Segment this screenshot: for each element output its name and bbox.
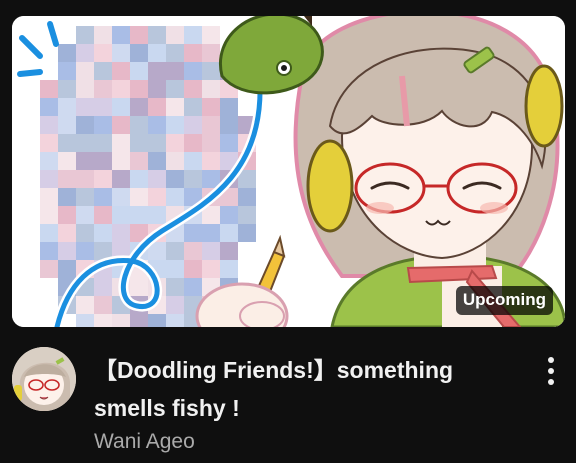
crocodile-hat <box>219 16 324 95</box>
upcoming-badge: Upcoming <box>455 286 553 315</box>
avatar-icon <box>12 347 76 411</box>
video-title[interactable]: 【Doodling Friends!】something smells fish… <box>94 351 514 427</box>
video-card[interactable]: Upcoming 【Doodling Friends!】something sm… <box>0 0 576 463</box>
thumbnail-illustration <box>12 16 565 327</box>
channel-name[interactable]: Wani Ageo <box>94 429 195 455</box>
kebab-vertical-icon <box>548 357 554 363</box>
video-thumbnail[interactable]: Upcoming <box>12 16 565 327</box>
video-details: 【Doodling Friends!】something smells fish… <box>12 347 565 457</box>
channel-avatar[interactable] <box>12 347 76 411</box>
more-options-button[interactable] <box>539 351 563 391</box>
